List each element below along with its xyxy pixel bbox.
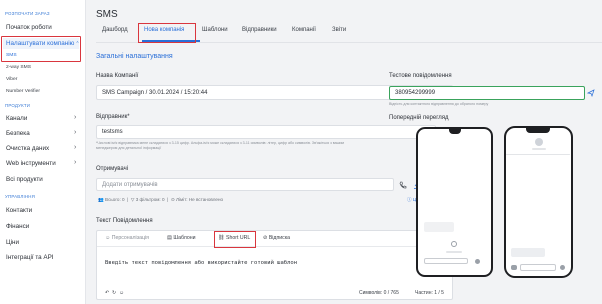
sender-hint: *Числові ім'я відправника мене складатис… bbox=[96, 141, 344, 150]
template-icon: ▤ bbox=[167, 235, 172, 241]
campaign-name-label: Назва Компанії bbox=[96, 73, 139, 79]
templates-button[interactable]: ▤ Шаблони bbox=[167, 235, 195, 241]
recipients-label: Отримувачі bbox=[96, 166, 129, 172]
tab-highlight-box bbox=[138, 23, 196, 43]
undo-icon[interactable]: ↶ bbox=[105, 290, 109, 296]
sender-input[interactable]: testsms bbox=[96, 125, 436, 139]
message-textarea[interactable]: Введіть текст повідомлення або використа… bbox=[105, 260, 297, 266]
sidebar-item-prices[interactable]: Ціни bbox=[6, 239, 19, 246]
chevron-right-icon: › bbox=[74, 144, 77, 151]
test-phone-input[interactable]: 380954299999 bbox=[389, 86, 585, 100]
chevron-right-icon: › bbox=[74, 159, 77, 166]
help-icon: ⓘ bbox=[407, 197, 412, 202]
sidebar-item-cleaning[interactable]: Очистка даних › bbox=[6, 144, 76, 152]
section-title: Загальні налаштування bbox=[96, 53, 173, 60]
sidebar-item-label: Канали bbox=[6, 115, 28, 122]
symbols-count: Символів: 0 / 765 bbox=[359, 290, 399, 296]
sidebar-item-integration[interactable]: Інтеграції та API bbox=[6, 254, 54, 261]
sidebar-item-2way[interactable]: 2-way SMS bbox=[6, 65, 31, 70]
iphone-preview bbox=[504, 126, 573, 278]
parts-count: Частин: 1 / 5 bbox=[415, 290, 444, 296]
tab-senders[interactable]: Відправники bbox=[242, 27, 277, 33]
section-management: УПРАВЛІННЯ bbox=[5, 194, 36, 199]
templates-label: Шаблони bbox=[173, 235, 196, 241]
emoji-icon[interactable]: ☺ bbox=[119, 290, 124, 296]
chevron-right-icon: › bbox=[74, 114, 77, 121]
recipients-input[interactable]: Додати отримувачів bbox=[96, 178, 394, 191]
reply-icon: ⊘ bbox=[263, 235, 268, 241]
sidebar: РОЗПОЧАТИ ЗАРАЗ Початок роботи Налаштува… bbox=[0, 0, 86, 304]
recipients-stats: 👥 Всього: 0 | ▽ 3 фільтром: 0 | ⊙ Ліміт:… bbox=[98, 197, 224, 202]
sidebar-item-start[interactable]: Початок роботи bbox=[6, 24, 52, 31]
editor-actions: ↶ ↻ ☺ bbox=[105, 290, 124, 296]
test-hint: Відпість для контактного відправлення до… bbox=[389, 102, 489, 106]
reply-button[interactable]: ⊘ Відписка bbox=[263, 235, 290, 241]
refresh-icon[interactable]: ↻ bbox=[112, 290, 116, 296]
recipients-filtered: 3 фільтром: 0 bbox=[135, 197, 165, 202]
short-url-highlight-box bbox=[214, 231, 256, 248]
limit-icon: ⊙ bbox=[170, 197, 175, 202]
test-label: Тестове повідомлення bbox=[389, 73, 452, 79]
sidebar-item-number-verifier[interactable]: Number Verifier bbox=[6, 89, 40, 94]
section-getting-started: РОЗПОЧАТИ ЗАРАЗ bbox=[5, 11, 50, 16]
sidebar-item-all-products[interactable]: Всі продукти bbox=[6, 176, 43, 183]
main-content: SMS Дашборд Нова компанія Шаблони Відпра… bbox=[86, 0, 602, 304]
editor-toolbar: ☺ Персоналізація ▤ Шаблони ⛓ Short URL ⊘… bbox=[97, 231, 452, 248]
android-preview bbox=[416, 127, 493, 277]
preview-label: Попередній перегляд bbox=[389, 115, 449, 121]
sender-label: Відправник* bbox=[96, 114, 130, 120]
sidebar-item-label: Очистка даних bbox=[6, 145, 50, 152]
section-products: ПРОДУКТИ bbox=[5, 103, 31, 108]
sidebar-item-security[interactable]: Безпека › bbox=[6, 129, 76, 137]
send-icon[interactable] bbox=[585, 86, 597, 100]
reply-label: Відписка bbox=[268, 235, 291, 241]
phone-contacts-icon[interactable] bbox=[396, 178, 409, 191]
personalize-button[interactable]: ☺ Персоналізація bbox=[105, 235, 149, 241]
filter-icon: ▽ bbox=[130, 197, 135, 202]
sidebar-item-label: Безпека bbox=[6, 130, 30, 137]
recipients-total: Всього: 0 bbox=[105, 197, 125, 202]
message-label: Текст Повідомлення bbox=[96, 218, 153, 224]
recipients-limit: Ліміт: Не встановлено bbox=[175, 197, 224, 202]
user-icon: ☺ bbox=[105, 235, 111, 241]
message-editor: ☺ Персоналізація ▤ Шаблони ⛓ Short URL ⊘… bbox=[96, 230, 453, 300]
tab-templates[interactable]: Шаблони bbox=[202, 27, 228, 33]
page-title: SMS bbox=[96, 9, 118, 20]
tab-reports[interactable]: Звіти bbox=[332, 27, 346, 33]
sidebar-item-label: Web інструменти bbox=[6, 160, 56, 167]
sidebar-item-channels[interactable]: Канали › bbox=[6, 114, 76, 122]
personalize-label: Персоналізація bbox=[111, 235, 149, 241]
tab-dashboard[interactable]: Дашборд bbox=[102, 27, 128, 33]
users-icon: 👥 bbox=[98, 197, 104, 202]
sidebar-item-finance[interactable]: Фінанси bbox=[6, 223, 29, 230]
tab-campaigns[interactable]: Компанії bbox=[292, 27, 316, 33]
sidebar-item-viber[interactable]: Viber bbox=[6, 77, 17, 82]
sidebar-item-web-tools[interactable]: Web інструменти › bbox=[6, 159, 76, 167]
chevron-right-icon: › bbox=[74, 129, 77, 136]
sidebar-highlight-box bbox=[1, 36, 81, 62]
sidebar-item-contacts[interactable]: Контакти bbox=[6, 207, 32, 214]
